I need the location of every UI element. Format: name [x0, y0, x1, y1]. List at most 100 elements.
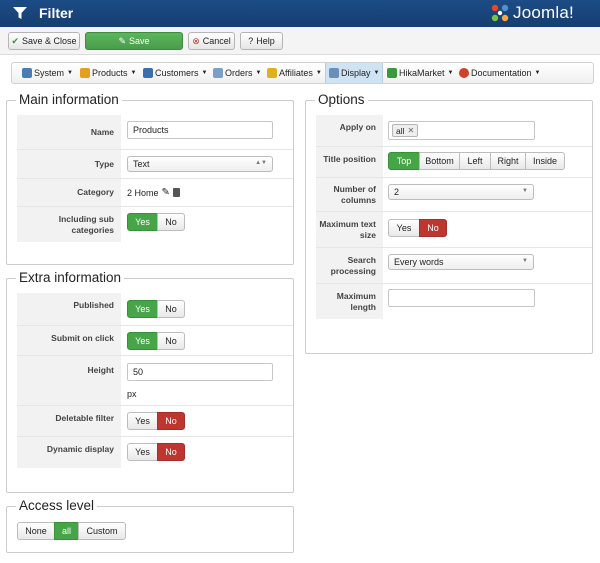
dynamic-toggle: Yes No — [127, 443, 185, 461]
columns-label: Number of columns — [316, 178, 383, 211]
dynamic-yes-button[interactable]: Yes — [127, 443, 158, 461]
check-icon: ✔ — [11, 35, 19, 46]
caret-down-icon: ▼ — [373, 70, 380, 76]
caret-down-icon: ▼ — [315, 70, 322, 76]
dynamic-no-button[interactable]: No — [157, 443, 185, 461]
columns-select[interactable]: 2 ▼ — [388, 184, 534, 200]
max-text-yes-button[interactable]: Yes — [388, 219, 420, 237]
category-label: Category — [17, 179, 121, 206]
save-close-button[interactable]: ✔ Save & Close — [8, 32, 80, 50]
submit-yes-button[interactable]: Yes — [127, 332, 158, 350]
published-yes-button[interactable]: Yes — [127, 300, 158, 318]
access-none-button[interactable]: None — [17, 522, 55, 540]
search-processing-select[interactable]: Every words ▼ — [388, 254, 534, 270]
include-sub-toggle: Yes No — [127, 213, 185, 231]
max-length-input[interactable] — [388, 289, 535, 307]
title-position-inside-button[interactable]: Inside — [525, 152, 565, 170]
menu-label: System — [34, 68, 65, 78]
joomla-logo-icon — [491, 4, 509, 22]
save-button[interactable]: ✎ Save — [85, 32, 183, 50]
menu-item-customers[interactable]: Customers ▼ — [143, 63, 207, 83]
cancel-label: Cancel — [202, 36, 231, 46]
edit-icon: ✎ — [118, 35, 127, 46]
page-header: Filter Joomla! — [0, 0, 600, 27]
max-length-label: Maximum length — [316, 284, 383, 319]
menu-item-documentation[interactable]: Documentation ▼ — [459, 63, 541, 83]
cancel-button[interactable]: ⊗ Cancel — [188, 32, 235, 50]
menu-item-orders[interactable]: Orders ▼ — [213, 63, 261, 83]
type-select[interactable]: Text ▲▼ — [127, 156, 273, 172]
edit-pencil-icon[interactable]: ✎ — [162, 187, 170, 198]
remove-tag-icon[interactable]: ✕ — [408, 126, 415, 135]
height-input[interactable]: 50 — [127, 363, 273, 381]
submit-no-button[interactable]: No — [157, 332, 185, 350]
caret-down-icon: ▼ — [534, 70, 541, 76]
title-position-bottom-button[interactable]: Bottom — [419, 152, 460, 170]
menu-label: HikaMarket — [399, 68, 445, 78]
include-sub-yes-button[interactable]: Yes — [127, 213, 158, 231]
joomla-logo-text: Joomla! — [513, 3, 574, 22]
trash-icon[interactable] — [172, 188, 180, 197]
customers-icon — [143, 68, 153, 78]
published-no-button[interactable]: No — [157, 300, 185, 318]
height-label: Height — [17, 356, 121, 405]
form-row-include-sub: Including sub categories Yes No — [17, 207, 293, 242]
form-row-deletable: Deletable filter Yes No — [17, 406, 293, 437]
deletable-toggle: Yes No — [127, 412, 185, 430]
deletable-no-button[interactable]: No — [157, 412, 185, 430]
title-position-right-button[interactable]: Right — [490, 152, 526, 170]
main-information-legend: Main information — [16, 92, 122, 108]
max-text-no-button[interactable]: No — [419, 219, 447, 237]
save-label: Save — [129, 36, 150, 46]
deletable-yes-button[interactable]: Yes — [127, 412, 158, 430]
form-row-dynamic: Dynamic display Yes No — [17, 437, 293, 468]
search-processing-label: Search processing — [316, 248, 383, 283]
menu-item-display[interactable]: Display ▼ — [325, 63, 384, 83]
form-row-category: Category 2 Home ✎ — [17, 179, 293, 207]
title-position-top-button[interactable]: Top — [388, 152, 420, 170]
caret-down-icon: ▼ — [255, 70, 262, 76]
menu-item-products[interactable]: Products ▼ — [80, 63, 136, 83]
menu-bar: System ▼ Products ▼ Customers ▼ Orders ▼ Aff… — [11, 62, 594, 84]
apply-on-input[interactable]: all ✕ — [388, 121, 535, 140]
documentation-icon — [459, 68, 469, 78]
dynamic-label: Dynamic display — [17, 437, 121, 468]
access-level-legend: Access level — [16, 498, 98, 514]
caret-down-icon: ▼ — [130, 70, 137, 76]
form-row-max-text: Maximum text size Yes No — [316, 212, 592, 248]
type-label: Type — [17, 150, 121, 178]
form-row-type: Type Text ▲▼ — [17, 150, 293, 179]
joomla-logo: Joomla! — [490, 2, 574, 24]
menu-item-affiliates[interactable]: Affiliates ▼ — [267, 63, 322, 83]
category-value: 2 Home ✎ — [127, 187, 180, 198]
caret-down-icon: ▼ — [447, 70, 454, 76]
apply-on-tag: all ✕ — [392, 124, 419, 137]
help-button[interactable]: ? Help — [240, 32, 283, 50]
form-row-title-position: Title position Top Bottom Left Right Ins… — [316, 147, 592, 178]
menu-label: Orders — [225, 68, 253, 78]
max-text-toggle: Yes No — [388, 219, 447, 237]
save-close-label: Save & Close — [22, 36, 77, 46]
title-position-left-button[interactable]: Left — [459, 152, 491, 170]
name-input[interactable]: Products — [127, 121, 273, 139]
menu-label: Documentation — [471, 68, 532, 78]
access-custom-button[interactable]: Custom — [78, 522, 126, 540]
options-legend: Options — [315, 92, 368, 108]
max-text-label: Maximum text size — [316, 212, 383, 247]
category-text: 2 Home — [127, 187, 159, 198]
hikamarket-icon — [387, 68, 397, 78]
help-icon: ? — [248, 36, 254, 46]
apply-on-tag-label: all — [396, 125, 405, 136]
search-processing-value: Every words — [394, 257, 444, 267]
menu-item-hikamarket[interactable]: HikaMarket ▼ — [387, 63, 453, 83]
products-icon — [80, 68, 90, 78]
menu-label: Customers — [155, 68, 199, 78]
include-sub-no-button[interactable]: No — [157, 213, 185, 231]
published-label: Published — [17, 293, 121, 325]
menu-item-system[interactable]: System ▼ — [22, 63, 73, 83]
access-all-button[interactable]: all — [54, 522, 79, 540]
orders-icon — [213, 68, 223, 78]
name-label: Name — [17, 115, 121, 149]
form-row-height: Height 50 px — [17, 356, 293, 406]
form-row-columns: Number of columns 2 ▼ — [316, 178, 592, 212]
